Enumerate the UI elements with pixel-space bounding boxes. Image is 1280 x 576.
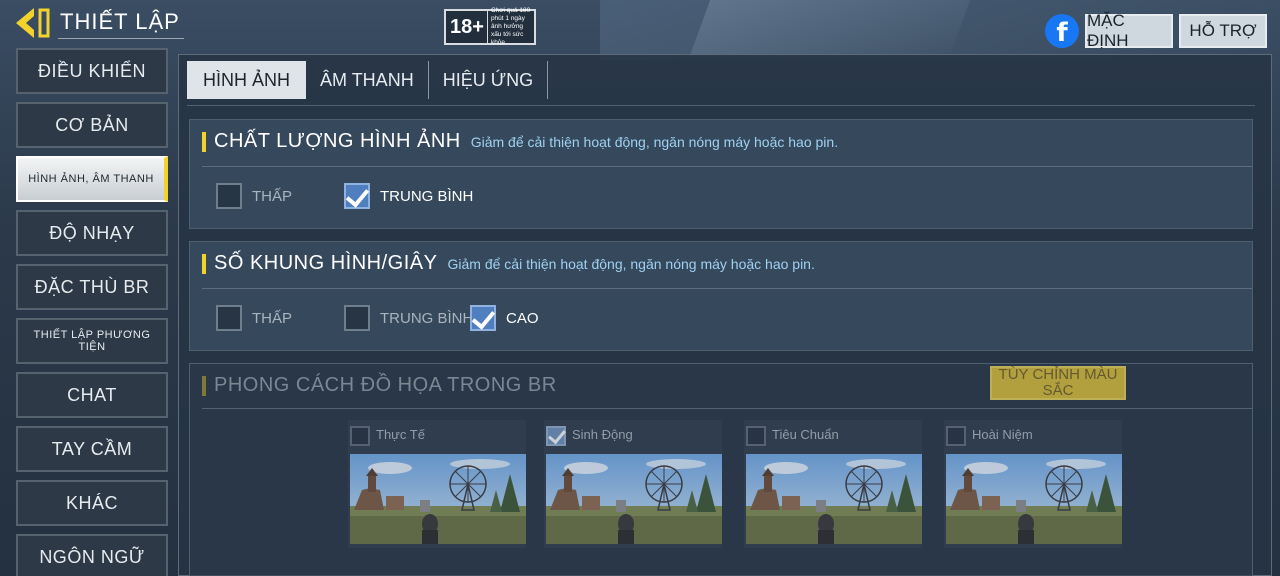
- facebook-icon[interactable]: f: [1045, 14, 1079, 48]
- style-label: Hoài Niệm: [972, 427, 1033, 442]
- style-preview-image: [350, 454, 526, 544]
- sidebar-item-chat[interactable]: CHAT: [16, 372, 168, 418]
- section-title: SỐ KHUNG HÌNH/GIÂY: [214, 252, 438, 274]
- style-preview-image: [546, 454, 722, 544]
- default-button[interactable]: MẶC ĐỊNH: [1085, 11, 1173, 50]
- section-title: PHONG CÁCH ĐỒ HỌA TRONG BR: [214, 374, 557, 396]
- checkbox[interactable]: [216, 305, 242, 331]
- fps-low-option[interactable]: THẤP: [216, 305, 292, 331]
- section-header: CHẤT LƯỢNG HÌNH ẢNH Giảm để cải thiện ho…: [202, 130, 838, 153]
- sidebar-item-language[interactable]: NGÔN NGỮ: [16, 534, 168, 576]
- tab-effects[interactable]: HIỆU ỨNG: [429, 61, 549, 99]
- support-button[interactable]: HỖ TRỢ: [1179, 14, 1267, 48]
- sidebar-item-graphics-audio[interactable]: HÌNH ẢNH, ÂM THANH: [16, 156, 168, 202]
- divider: [202, 288, 1252, 289]
- sidebar-item-other[interactable]: KHÁC: [16, 480, 168, 526]
- style-card-vivid[interactable]: Sinh Động: [544, 420, 722, 548]
- checkbox-checked[interactable]: [470, 305, 496, 331]
- page-title: THIẾT LẬP: [60, 9, 180, 34]
- checkbox-checked[interactable]: [546, 426, 566, 446]
- sidebar-item-br-specific[interactable]: ĐẶC THÙ BR: [16, 264, 168, 310]
- sidebar-item-controller[interactable]: TAY CẦM: [16, 426, 168, 472]
- divider: [202, 408, 1252, 409]
- tab-graphics[interactable]: HÌNH ẢNH: [187, 61, 307, 99]
- age-rating-badge: 18+ Chơi quá 180 phút 1 ngày ảnh hưởng x…: [444, 7, 536, 46]
- fps-medium-option[interactable]: TRUNG BÌNH: [344, 305, 473, 331]
- sidebar-item-sensitivity[interactable]: ĐỘ NHẠY: [16, 210, 168, 256]
- sidebar-item-basic[interactable]: CƠ BẢN: [16, 102, 168, 148]
- style-card-standard[interactable]: Tiêu Chuẩn: [744, 420, 922, 548]
- style-preview-image: [946, 454, 1122, 544]
- option-label: TRUNG BÌNH: [380, 309, 474, 327]
- section-header: PHONG CÁCH ĐỒ HỌA TRONG BR: [202, 374, 557, 397]
- style-preview-image: [746, 454, 922, 544]
- graphics-quality-section: CHẤT LƯỢNG HÌNH ẢNH Giảm để cải thiện ho…: [189, 119, 1253, 229]
- section-accent-bar: [202, 131, 206, 152]
- age-rating-warning: Chơi quá 180 phút 1 ngày ảnh hưởng xấu t…: [490, 7, 531, 46]
- settings-panel: HÌNH ẢNH ÂM THANH HIỆU ỨNG CHẤT LƯỢNG HÌ…: [178, 54, 1272, 576]
- graphics-style-section: PHONG CÁCH ĐỒ HỌA TRONG BR TÙY CHỈNH MÀU…: [189, 363, 1253, 576]
- divider: [187, 105, 1255, 106]
- section-header: SỐ KHUNG HÌNH/GIÂY Giảm để cải thiện hoạ…: [202, 252, 815, 275]
- title-underline: [58, 38, 184, 39]
- checkbox-checked[interactable]: [344, 183, 370, 209]
- tab-bar: HÌNH ẢNH ÂM THANH HIỆU ỨNG: [187, 61, 549, 99]
- section-title: CHẤT LƯỢNG HÌNH ẢNH: [214, 130, 461, 152]
- style-card-nostalgic[interactable]: Hoài Niệm: [944, 420, 1122, 548]
- age-rating-number: 18+: [446, 11, 488, 43]
- option-label: CAO: [506, 309, 539, 327]
- checkbox[interactable]: [216, 183, 242, 209]
- divider: [202, 166, 1252, 167]
- sidebar-item-vehicle-settings[interactable]: THIẾT LẬP PHƯƠNG TIỆN: [16, 318, 168, 364]
- style-label: Tiêu Chuẩn: [772, 427, 839, 442]
- back-arrow-icon[interactable]: [14, 6, 50, 40]
- style-card-realistic[interactable]: Thực Tế: [348, 420, 526, 548]
- frame-rate-section: SỐ KHUNG HÌNH/GIÂY Giảm để cải thiện hoạ…: [189, 241, 1253, 351]
- checkbox[interactable]: [746, 426, 766, 446]
- checkbox[interactable]: [946, 426, 966, 446]
- checkbox[interactable]: [344, 305, 370, 331]
- tab-audio[interactable]: ÂM THANH: [306, 61, 429, 99]
- section-description: Giảm để cải thiện hoạt động, ngăn nóng m…: [470, 134, 839, 150]
- style-label: Thực Tế: [376, 427, 425, 442]
- quality-low-option[interactable]: THẤP: [216, 183, 292, 209]
- fps-high-option[interactable]: CAO: [470, 305, 539, 331]
- option-label: TRUNG BÌNH: [380, 187, 474, 205]
- quality-medium-option[interactable]: TRUNG BÌNH: [344, 183, 473, 209]
- option-label: THẤP: [252, 309, 293, 327]
- section-description: Giảm để cải thiện hoạt động, ngăn nóng m…: [447, 256, 815, 272]
- checkbox[interactable]: [350, 426, 370, 446]
- header: THIẾT LẬP 18+ Chơi quá 180 phút 1 ngày ả…: [0, 0, 1280, 50]
- custom-color-button[interactable]: TÙY CHỈNH MÀU SẮC: [990, 366, 1126, 400]
- option-label: THẤP: [252, 187, 293, 205]
- style-label: Sinh Động: [572, 427, 633, 442]
- section-accent-bar: [202, 253, 206, 274]
- section-accent-bar: [202, 375, 206, 396]
- sidebar-item-controls[interactable]: ĐIỀU KHIỂN: [16, 48, 168, 94]
